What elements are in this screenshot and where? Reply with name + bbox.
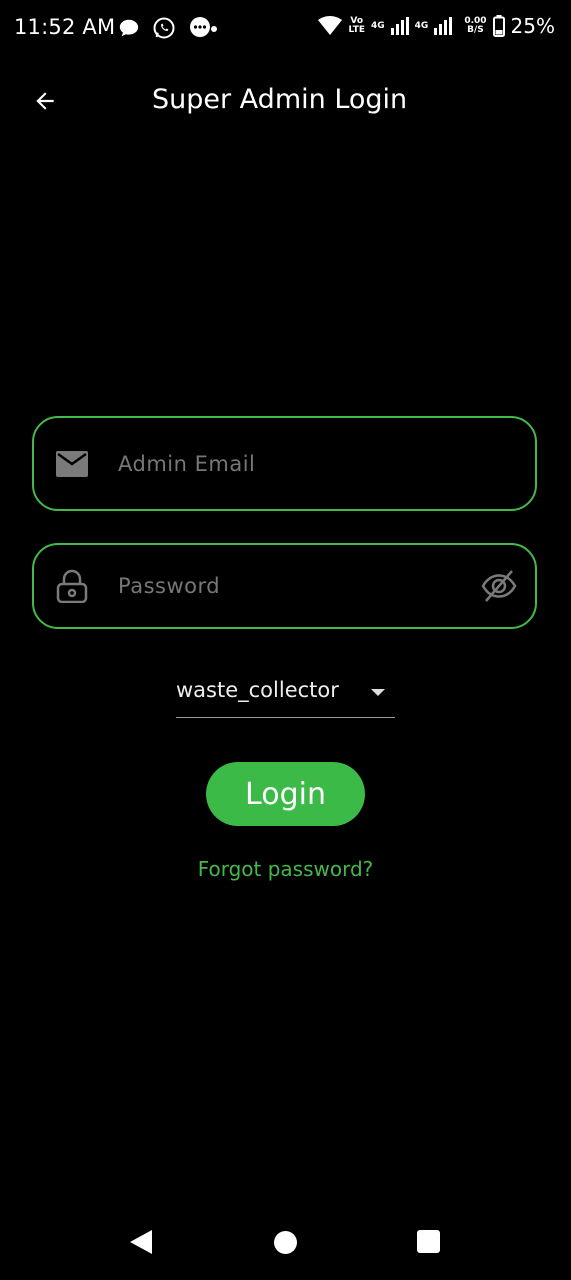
login-button[interactable]: Login [206, 762, 365, 826]
visibility-off-icon[interactable] [479, 566, 519, 606]
back-button[interactable] [28, 84, 62, 118]
admin-email-input[interactable] [116, 418, 480, 509]
status-bar: 11:52 AM Vo LTE 4G 4G 0.00 B/S 25% [0, 0, 571, 58]
lock-icon [54, 568, 90, 604]
signal-icon-2 [434, 17, 453, 35]
battery-icon [492, 15, 505, 37]
status-time: 11:52 AM [14, 15, 116, 39]
nav-recents-icon[interactable] [417, 1230, 440, 1253]
admin-email-field[interactable] [32, 416, 537, 511]
network-4g-label-1: 4G [371, 20, 385, 31]
nav-home-icon[interactable] [274, 1231, 297, 1254]
network-speed: 0.00 B/S [464, 16, 487, 35]
wifi-icon [318, 16, 343, 35]
dropdown-arrow-icon [371, 689, 385, 696]
whatsapp-icon [153, 17, 175, 39]
password-field[interactable] [32, 543, 537, 629]
system-status-icons: Vo LTE 4G 4G 0.00 B/S 25% [318, 14, 555, 38]
app-bar: Super Admin Login [0, 60, 571, 144]
messages-icon [190, 17, 217, 37]
back-arrow-icon [36, 92, 54, 110]
volte-label: Vo LTE [348, 16, 366, 35]
role-selected-value: waste_collector [176, 678, 339, 702]
battery-percent: 25% [510, 14, 555, 38]
notification-icons [118, 16, 218, 40]
role-dropdown[interactable]: waste_collector [176, 672, 395, 718]
signal-icon [390, 17, 409, 35]
password-input[interactable] [116, 545, 480, 627]
forgot-password-link[interactable]: Forgot password? [0, 857, 571, 881]
login-screen: 11:52 AM Vo LTE 4G 4G 0.00 B/S 25% Super A… [0, 0, 571, 1280]
network-4g-label-2: 4G [414, 20, 429, 31]
nav-back-icon[interactable] [130, 1230, 152, 1254]
email-icon [54, 446, 90, 482]
system-nav-bar [0, 1200, 571, 1280]
chat-bubble-icon [119, 19, 139, 37]
page-title: Super Admin Login [152, 84, 408, 115]
